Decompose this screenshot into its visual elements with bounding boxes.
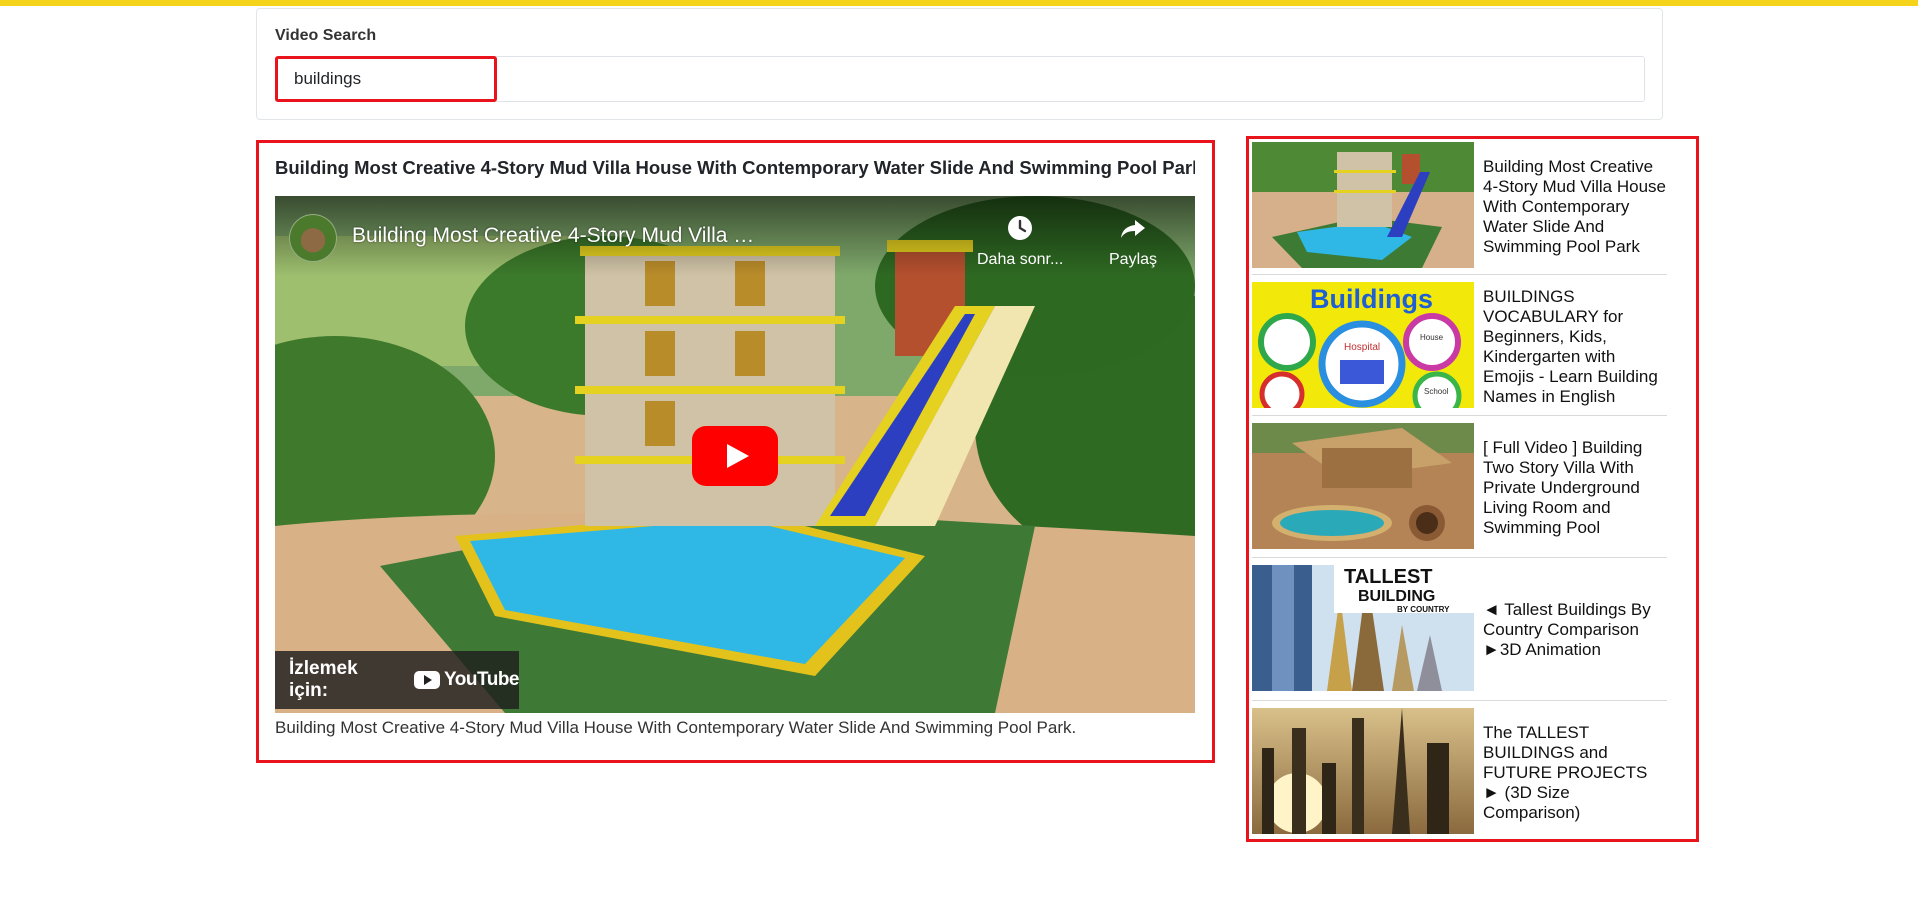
list-divider (1252, 700, 1667, 701)
list-item-title: Building Most Creative 4-Story Mud Villa… (1483, 157, 1666, 256)
list-item[interactable]: The TALLEST BUILDINGS and FUTURE PROJECT… (1252, 708, 1667, 836)
video-player[interactable]: Building Most Creative 4-Story Mud Villa… (275, 196, 1195, 713)
search-input[interactable] (275, 56, 1645, 102)
youtube-wordmark: YouTube (444, 669, 519, 690)
list-item[interactable]: Buildings Hospital House School BUILDING… (1252, 282, 1667, 410)
main-video-description: Building Most Creative 4-Story Mud Villa… (275, 718, 1077, 737)
video-thumbnail (1252, 423, 1474, 549)
share-button[interactable]: Paylaş (1109, 214, 1157, 269)
share-label: Paylaş (1109, 251, 1158, 268)
play-icon[interactable] (692, 426, 778, 486)
share-arrow-icon (1121, 220, 1146, 238)
list-item-title: [ Full Video ] Building Two Story Villa … (1483, 438, 1643, 537)
search-label: Video Search (275, 27, 377, 44)
list-divider (1252, 415, 1667, 416)
thumb-heading: Buildings (1310, 284, 1433, 314)
watch-later-button[interactable]: Daha sonr... (977, 214, 1063, 269)
thumb-label-school: School (1424, 387, 1449, 396)
list-item-title: BUILDINGS VOCABULARY for Beginners, Kids… (1483, 287, 1658, 406)
list-item[interactable]: Building Most Creative 4-Story Mud Villa… (1252, 142, 1667, 270)
list-item[interactable]: [ Full Video ] Building Two Story Villa … (1252, 423, 1667, 551)
youtube-play-icon (414, 671, 441, 689)
channel-avatar[interactable] (289, 214, 337, 262)
video-thumbnail (1252, 142, 1474, 268)
youtube-logo: YouTube (414, 669, 519, 691)
top-accent-bar (0, 0, 1918, 6)
thumb-heading-1: TALLEST (1344, 566, 1433, 588)
clock-icon (1008, 216, 1033, 240)
thumb-subheading: BY COUNTRY (1397, 605, 1450, 614)
video-thumbnail (1252, 708, 1474, 834)
list-item-title: The TALLEST BUILDINGS and FUTURE PROJECT… (1483, 723, 1648, 822)
list-item-title: ◄ Tallest Buildings By Country Compariso… (1483, 600, 1651, 659)
thumb-label-hospital: Hospital (1344, 342, 1380, 353)
video-thumbnail: TALLEST BUILDING BY COUNTRY (1252, 565, 1474, 691)
watch-on-youtube-button[interactable]: İzlemek için: YouTube (275, 651, 519, 709)
thumb-label-house: House (1420, 333, 1444, 342)
list-divider (1252, 274, 1667, 275)
related-videos-sidebar: Building Most Creative 4-Story Mud Villa… (1246, 136, 1699, 842)
player-video-title[interactable]: Building Most Creative 4-Story Mud Villa… (352, 224, 762, 248)
main-video-card: Building Most Creative 4-Story Mud Villa… (256, 140, 1215, 763)
watch-later-label: Daha sonr... (977, 251, 1064, 268)
thumb-heading-2: BUILDING (1358, 588, 1435, 605)
video-thumbnail: Buildings Hospital House School (1252, 282, 1474, 408)
watch-on-label: İzlemek için: (289, 658, 358, 701)
search-card: Video Search (256, 8, 1663, 120)
main-video-title: Building Most Creative 4-Story Mud Villa… (275, 157, 1195, 178)
list-item[interactable]: TALLEST BUILDING BY COUNTRY ◄ Tallest Bu… (1252, 565, 1667, 693)
list-divider (1252, 557, 1667, 558)
